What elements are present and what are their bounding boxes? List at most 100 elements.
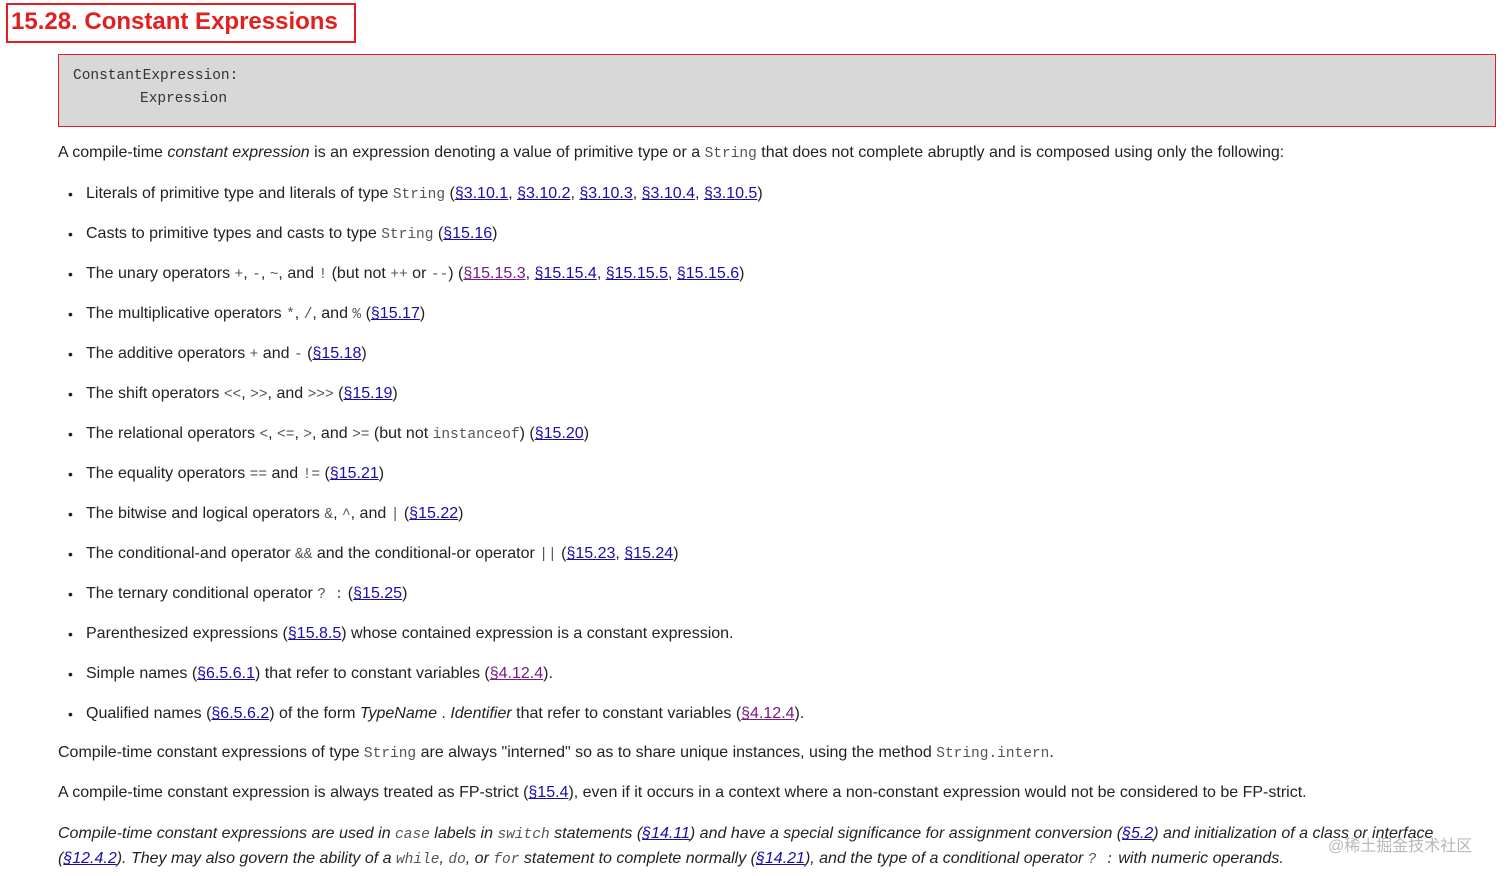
section-link[interactable]: §15.15.5 [606, 265, 668, 282]
section-link[interactable]: §12.4.2 [63, 850, 116, 867]
usage-note: Compile-time constant expressions are us… [58, 822, 1498, 872]
section-link[interactable]: §15.18 [312, 345, 361, 362]
inline-code: String [381, 227, 434, 243]
text-segment: Literals of primitive type and literals … [86, 185, 393, 202]
section-link[interactable]: §14.21 [756, 850, 805, 867]
list-item: The multiplicative operators *, /, and %… [58, 300, 804, 340]
inline-code: -- [430, 267, 449, 283]
interned-paragraph: Compile-time constant expressions of typ… [58, 744, 1054, 762]
text-segment: and the conditional-or operator [312, 545, 540, 562]
inline-code: String.intern [936, 746, 1050, 762]
inline-code: for [493, 852, 520, 868]
section-link[interactable]: §4.12.4 [741, 705, 794, 722]
section-link[interactable]: §3.10.3 [579, 185, 632, 202]
inline-code: % [352, 307, 362, 323]
section-link[interactable]: §15.15.6 [677, 265, 739, 282]
text-segment: , [241, 385, 251, 402]
code-string: String [704, 146, 757, 162]
constant-expression-list: Literals of primitive type and literals … [58, 180, 804, 740]
text-segment: ( [445, 185, 455, 202]
grammar-rhs: Expression [140, 91, 228, 107]
text-segment: ) whose contained expression is a consta… [341, 625, 734, 642]
inline-code: String [392, 187, 446, 203]
list-item: The shift operators <<, >>, and >>> (§15… [58, 380, 804, 420]
text-segment: ( [343, 585, 354, 602]
list-item: Simple names (§6.5.6.1) that refer to co… [58, 660, 804, 700]
section-link[interactable]: §15.22 [409, 505, 458, 522]
text-segment: ). [794, 705, 805, 722]
section-link[interactable]: §6.5.6.1 [197, 665, 255, 682]
section-link[interactable]: §3.10.5 [704, 185, 757, 202]
text-segment: , [695, 185, 704, 202]
section-link[interactable]: §15.4 [528, 784, 568, 801]
text-segment: ) [739, 265, 745, 282]
section-link[interactable]: §15.15.4 [535, 265, 597, 282]
text-segment: , or [465, 850, 494, 867]
section-link[interactable]: §15.25 [353, 585, 402, 602]
text-segment: ( [361, 305, 371, 322]
text-segment: The relational operators [86, 425, 260, 442]
text-segment: ) [757, 185, 763, 202]
inline-code: != [302, 467, 321, 483]
section-link[interactable]: §4.12.4 [490, 665, 543, 682]
text-segment: Simple names ( [86, 665, 198, 682]
section-link[interactable]: §15.19 [343, 385, 392, 402]
text-segment: The unary operators [86, 265, 235, 282]
text-segment: , [508, 185, 518, 202]
text-segment: are always "interned" so as to share uni… [416, 744, 937, 761]
inline-code: * [286, 307, 295, 323]
text-segment: ) [583, 425, 590, 442]
inline-code: >= [352, 427, 370, 443]
section-link[interactable]: §3.10.4 [642, 185, 695, 202]
inline-code: instanceof [432, 427, 520, 443]
text-segment: The conditional-and operator [86, 545, 296, 562]
section-link[interactable]: §15.23 [566, 545, 615, 562]
text-segment: statement to complete normally ( [519, 850, 756, 867]
text-segment: ( [333, 385, 344, 402]
list-item: The ternary conditional operator ? : (§1… [58, 580, 804, 620]
text-segment: . [436, 705, 451, 722]
list-item: The conditional-and operator && and the … [58, 540, 804, 580]
section-link[interactable]: §15.20 [535, 425, 584, 442]
inline-code: & [324, 507, 334, 523]
text-segment: ) ( [448, 265, 464, 282]
text-segment: Parenthesized expressions ( [86, 625, 288, 642]
text-segment: , [294, 305, 304, 322]
section-link[interactable]: §15.24 [624, 545, 673, 562]
text-segment: , [260, 265, 270, 282]
text-segment: The additive operators [86, 345, 250, 362]
defined-term: constant expression [167, 144, 310, 161]
text-segment: (but not [327, 265, 391, 282]
list-item: Parenthesized expressions (§15.8.5) whos… [58, 620, 804, 660]
text-segment: ) [378, 465, 385, 482]
text-segment: The bitwise and logical operators [86, 505, 325, 522]
section-link[interactable]: §15.16 [443, 225, 492, 242]
text-segment: , and [278, 265, 319, 282]
section-link[interactable]: §15.21 [330, 465, 379, 482]
inline-code: ? : [1087, 852, 1114, 868]
text-segment: ( [320, 465, 330, 482]
text-segment: Qualified names ( [86, 705, 212, 722]
text-segment: Casts to primitive types and casts to ty… [86, 225, 382, 242]
section-link[interactable]: §6.5.6.2 [211, 705, 269, 722]
inline-code: case [395, 827, 430, 843]
text-segment: ). [543, 665, 553, 682]
inline-code: ++ [390, 267, 408, 283]
section-link[interactable]: §15.8.5 [288, 625, 341, 642]
intro-paragraph: A compile-time constant expression is an… [58, 144, 1285, 162]
section-link[interactable]: §3.10.1 [455, 185, 508, 202]
inline-code: while [395, 852, 440, 868]
text-segment: ). They may also govern the ability of a [116, 850, 396, 867]
section-link[interactable]: §5.2 [1122, 825, 1153, 842]
section-link[interactable]: §15.17 [371, 305, 420, 322]
section-link[interactable]: §15.15.3 [463, 265, 525, 282]
inline-code: + [234, 267, 244, 283]
text-segment: ), even if it occurs in a context where … [568, 784, 1307, 801]
section-link[interactable]: §14.11 [642, 825, 690, 842]
text-segment: ( [302, 345, 313, 362]
inline-code: || [539, 547, 557, 563]
text-segment: The ternary conditional operator [86, 585, 318, 602]
inline-code: > [303, 427, 313, 443]
list-item: The additive operators + and - (§15.18) [58, 340, 804, 380]
section-link[interactable]: §3.10.2 [517, 185, 570, 202]
